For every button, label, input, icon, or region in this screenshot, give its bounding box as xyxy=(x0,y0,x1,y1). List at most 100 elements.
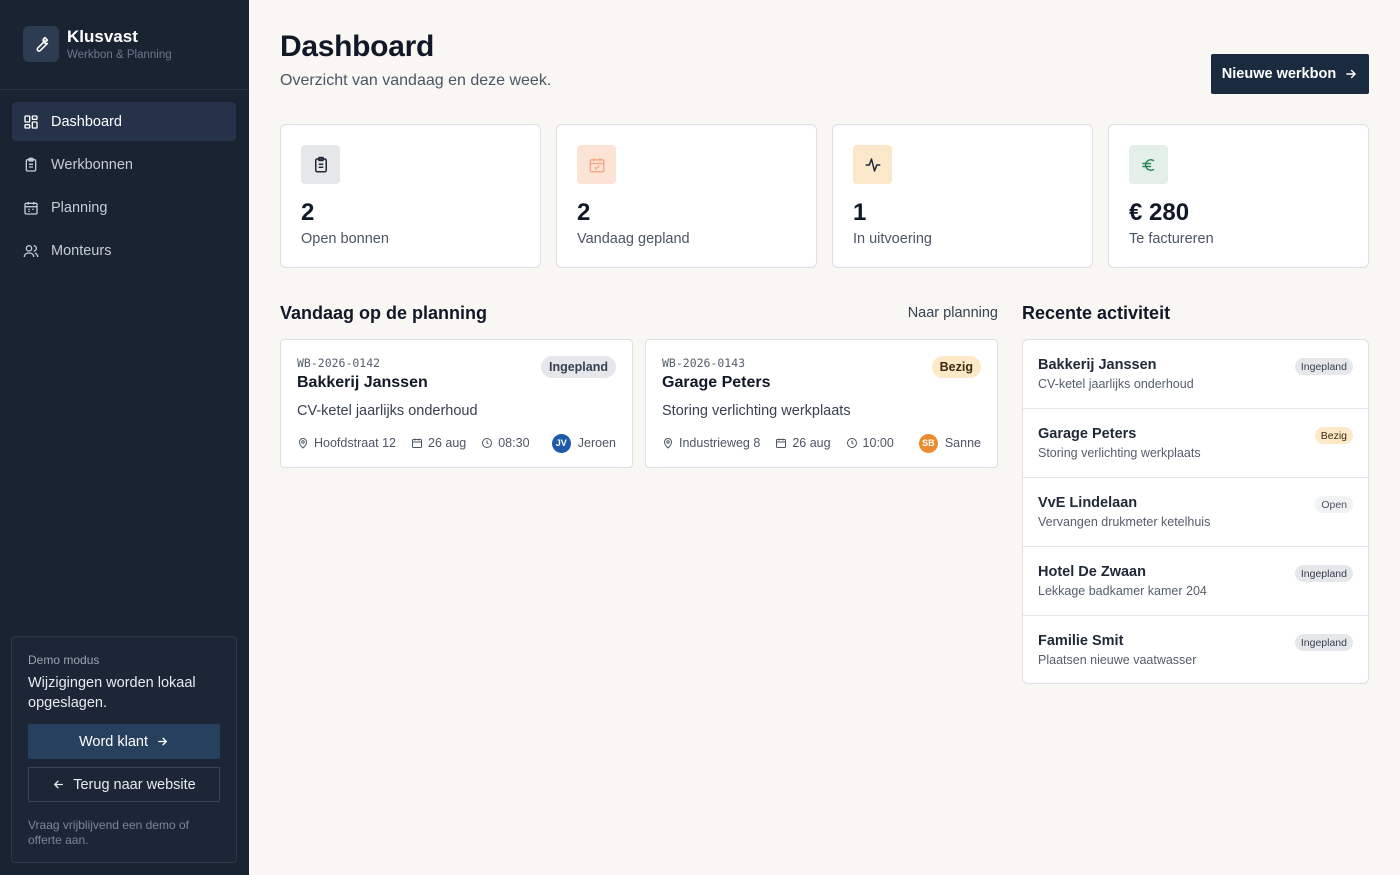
demo-text: Wijzigingen worden lokaal opgeslagen. xyxy=(28,675,196,711)
job-customer: Bakkerij Janssen xyxy=(297,374,428,391)
stat-label: In uitvoering xyxy=(853,231,932,247)
arrow-left-icon xyxy=(52,778,65,791)
page-subtitle: Overzicht van vandaag en deze week. xyxy=(280,72,552,89)
activity-icon xyxy=(853,145,892,184)
calendar-icon xyxy=(775,437,792,449)
activity-name: Bakkerij Janssen xyxy=(1038,357,1157,373)
list-item[interactable]: Garage Peters Storing verlichting werkpl… xyxy=(1023,409,1368,478)
clipboard-icon xyxy=(301,145,340,184)
job-card[interactable]: WB-2026-0143 Garage Peters Bezig Storing… xyxy=(645,339,998,468)
brand-subtitle: Werkbon & Planning xyxy=(67,49,172,61)
job-address: Industrieweg 8 xyxy=(662,436,760,450)
activity-description: Vervangen drukmeter ketelhuis xyxy=(1038,515,1211,529)
job-code: WB-2026-0142 xyxy=(297,356,381,370)
planning-title: Vandaag op de planning xyxy=(280,303,488,323)
sidebar-nav: Dashboard Werkbonnen Planning Monteurs xyxy=(12,102,236,274)
stat-value: € 280 xyxy=(1129,199,1190,226)
activity-name: VvE Lindelaan xyxy=(1038,495,1138,511)
demo-label: Demo modus xyxy=(28,653,100,667)
job-assignee: JV Jeroen xyxy=(551,433,616,453)
nieuwe-werkbon-label: Nieuwe werkbon xyxy=(1221,66,1337,82)
euro-icon xyxy=(1129,145,1168,184)
arrow-right-icon xyxy=(156,735,169,748)
stat-card-te-factureren[interactable]: € 280 Te factureren xyxy=(1108,124,1369,268)
job-date-text: 26 aug xyxy=(428,436,467,450)
stat-value: 2 xyxy=(301,199,315,226)
clock-icon xyxy=(846,437,863,449)
calendar-check-icon xyxy=(577,145,616,184)
list-item[interactable]: Bakkerij Janssen CV-ketel jaarlijks onde… xyxy=(1023,340,1368,409)
sidebar: Klusvast Werkbon & Planning Dashboard We… xyxy=(0,0,249,875)
terug-naar-website-button[interactable]: Terug naar website xyxy=(28,767,220,802)
status-badge: Bezig xyxy=(931,356,981,378)
activity-title: Recente activiteit xyxy=(1022,303,1171,323)
activity-name: Garage Peters xyxy=(1038,426,1137,442)
job-card[interactable]: WB-2026-0142 Bakkerij Janssen Ingepland … xyxy=(280,339,633,468)
status-badge: Open xyxy=(1315,496,1353,513)
status-badge: Ingepland xyxy=(1294,358,1353,375)
page-title: Dashboard xyxy=(280,30,434,63)
activity-list: Bakkerij Janssen CV-ketel jaarlijks onde… xyxy=(1022,339,1369,684)
activity-description: Storing verlichting werkplaats xyxy=(1038,446,1201,460)
clipboard-icon xyxy=(23,157,39,173)
wrench-icon xyxy=(23,26,59,62)
job-assignee: SB Sanne xyxy=(918,433,981,453)
avatar: SB xyxy=(918,433,938,453)
status-badge: Ingepland xyxy=(1294,565,1353,582)
nieuwe-werkbon-button[interactable]: Nieuwe werkbon xyxy=(1211,54,1369,94)
map-pin-icon xyxy=(297,437,314,449)
sidebar-item-label: Dashboard xyxy=(51,113,122,130)
stat-label: Te factureren xyxy=(1129,231,1214,247)
clock-icon xyxy=(481,437,498,449)
sidebar-item-label: Werkbonnen xyxy=(51,156,133,173)
sidebar-item-werkbonnen[interactable]: Werkbonnen xyxy=(12,145,236,184)
sidebar-item-dashboard[interactable]: Dashboard xyxy=(12,102,236,141)
activity-description: CV-ketel jaarlijks onderhoud xyxy=(1038,377,1194,391)
job-time-text: 08:30 xyxy=(498,436,530,450)
list-item[interactable]: VvE Lindelaan Vervangen drukmeter ketelh… xyxy=(1023,478,1368,547)
stat-value: 2 xyxy=(577,199,591,226)
brand[interactable]: Klusvast Werkbon & Planning xyxy=(23,26,172,62)
list-item[interactable]: Hotel De Zwaan Lekkage badkamer kamer 20… xyxy=(1023,547,1368,616)
stat-label: Open bonnen xyxy=(301,231,389,247)
word-klant-label: Word klant xyxy=(78,733,149,750)
activity-name: Familie Smit xyxy=(1038,633,1124,649)
job-address-text: Hoofdstraat 12 xyxy=(314,436,396,450)
activity-description: Lekkage badkamer kamer 204 xyxy=(1038,584,1207,598)
sidebar-item-label: Planning xyxy=(51,199,108,216)
stat-card-in-uitvoering[interactable]: 1 In uitvoering xyxy=(832,124,1093,268)
status-badge: Ingepland xyxy=(1294,634,1353,651)
map-pin-icon xyxy=(662,437,679,449)
job-meta: Hoofdstraat 12 26 aug 08:30 JV Jeroen xyxy=(297,432,616,454)
job-address: Hoofdstraat 12 xyxy=(297,436,396,450)
activity-name: Hotel De Zwaan xyxy=(1038,564,1146,580)
demo-panel: Demo modus Wijzigingen worden lokaal opg… xyxy=(11,636,237,863)
status-badge: Ingepland xyxy=(540,356,616,378)
job-description: CV-ketel jaarlijks onderhoud xyxy=(297,403,478,419)
sidebar-item-label: Monteurs xyxy=(51,242,112,259)
job-description: Storing verlichting werkplaats xyxy=(662,403,851,419)
job-time-text: 10:00 xyxy=(862,436,894,450)
stat-card-open-bonnen[interactable]: 2 Open bonnen xyxy=(280,124,541,268)
assignee-name: Jeroen xyxy=(577,436,616,450)
sidebar-item-monteurs[interactable]: Monteurs xyxy=(12,231,236,270)
naar-planning-link[interactable]: Naar planning xyxy=(880,305,998,321)
job-customer: Garage Peters xyxy=(662,374,771,391)
avatar: JV xyxy=(551,433,571,453)
calendar-icon xyxy=(411,437,428,449)
activity-description: Plaatsen nieuwe vaatwasser xyxy=(1038,653,1197,667)
word-klant-button[interactable]: Word klant xyxy=(28,724,220,759)
dashboard-icon xyxy=(23,114,39,130)
sidebar-item-planning[interactable]: Planning xyxy=(12,188,236,227)
status-badge: Bezig xyxy=(1314,427,1353,444)
list-item[interactable]: Familie Smit Plaatsen nieuwe vaatwasser … xyxy=(1023,616,1368,683)
arrow-right-icon xyxy=(1344,67,1358,81)
assignee-name: Sanne xyxy=(944,436,981,450)
job-meta: Industrieweg 8 26 aug 10:00 SB Sanne xyxy=(662,432,981,454)
job-date: 26 aug xyxy=(411,436,466,450)
divider xyxy=(0,89,249,90)
brand-name: Klusvast xyxy=(67,27,138,46)
demo-footnote: Vraag vrijblijvend een demo of offerte a… xyxy=(28,818,189,847)
job-code: WB-2026-0143 xyxy=(662,356,746,370)
stat-card-vandaag-gepland[interactable]: 2 Vandaag gepland xyxy=(556,124,817,268)
